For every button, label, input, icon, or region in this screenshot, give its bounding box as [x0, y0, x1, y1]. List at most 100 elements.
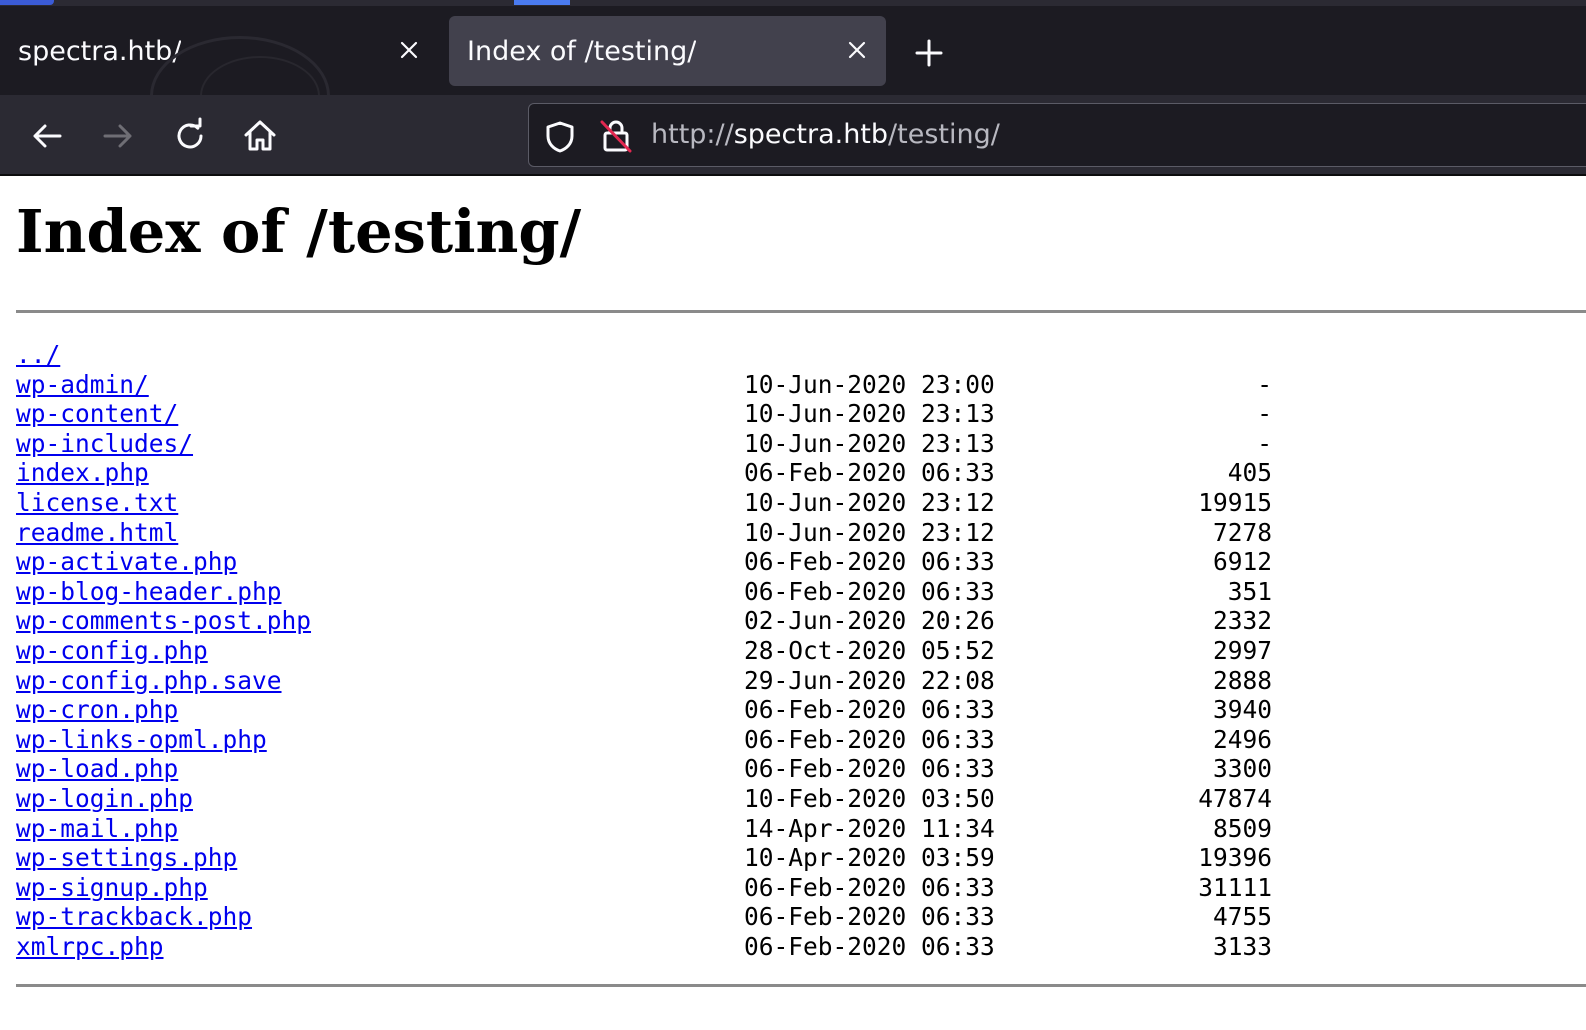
list-item: wp-blog-header.php 06-Feb-2020 06:33 351: [16, 577, 1586, 607]
file-size: -: [1257, 428, 1272, 458]
reload-icon[interactable]: [171, 117, 209, 155]
file-date: 06-Feb-2020 06:33: [744, 872, 995, 902]
file-link[interactable]: ../: [16, 340, 60, 370]
list-item: readme.html 10-Jun-2020 23:12 7278: [16, 518, 1586, 548]
file-size: 47874: [1198, 783, 1272, 813]
insecure-lock-icon[interactable]: [599, 118, 633, 154]
file-link[interactable]: wp-trackback.php: [16, 902, 252, 932]
list-item: license.txt 10-Jun-2020 23:12 19915: [16, 488, 1586, 518]
file-link[interactable]: wp-activate.php: [16, 547, 237, 577]
directory-listing: ../wp-admin/10-Jun-2020 23:00- wp-content…: [16, 340, 1586, 961]
tab-spectra[interactable]: spectra.htb/: [0, 16, 438, 95]
list-item: wp-content/10-Jun-2020 23:13 -: [16, 399, 1586, 429]
file-date: 10-Jun-2020 23:12: [744, 487, 995, 517]
file-date: 14-Apr-2020 11:34: [744, 813, 995, 843]
file-link[interactable]: wp-content/: [16, 399, 178, 429]
file-link[interactable]: wp-cron.php: [16, 695, 178, 725]
list-item: wp-activate.php 06-Feb-2020 06:33 6912: [16, 547, 1586, 577]
close-icon[interactable]: [842, 35, 872, 65]
file-date: 10-Feb-2020 03:50: [744, 783, 995, 813]
list-item: index.php 06-Feb-2020 06:33 405: [16, 458, 1586, 488]
file-link[interactable]: wp-signup.php: [16, 873, 208, 903]
url-path: /testing/: [888, 119, 1000, 150]
file-date: 28-Oct-2020 05:52: [744, 635, 995, 665]
file-link[interactable]: readme.html: [16, 518, 178, 548]
file-size: 2888: [1212, 665, 1272, 695]
url-bar[interactable]: http://spectra.htb/testing/: [528, 103, 1586, 167]
file-date: 10-Jun-2020 23:00: [744, 369, 995, 399]
list-item: wp-config.php 28-Oct-2020 05:52 2997: [16, 636, 1586, 666]
list-item: wp-cron.php 06-Feb-2020 06:33 3940: [16, 695, 1586, 725]
list-item: wp-comments-post.php 02-Jun-2020 20:26 233…: [16, 606, 1586, 636]
file-size: 19396: [1198, 843, 1272, 873]
list-item: wp-admin/10-Jun-2020 23:00 -: [16, 370, 1586, 400]
list-item: wp-links-opml.php 06-Feb-2020 06:33 2496: [16, 725, 1586, 755]
file-date: 06-Feb-2020 06:33: [744, 547, 995, 577]
file-size: 2332: [1212, 606, 1272, 636]
tab-index-testing[interactable]: Index of /testing/: [449, 16, 886, 86]
list-item: wp-config.php.save 29-Jun-2020 22:08 2888: [16, 666, 1586, 696]
file-size: 8509: [1212, 813, 1272, 843]
file-link[interactable]: wp-admin/: [16, 370, 149, 400]
navigation-toolbar: http://spectra.htb/testing/: [0, 95, 1586, 176]
url-text[interactable]: http://spectra.htb/testing/: [651, 119, 1000, 150]
url-scheme: http://: [651, 119, 734, 150]
file-size: 3133: [1212, 931, 1272, 961]
file-link[interactable]: license.txt: [16, 488, 178, 518]
file-link[interactable]: wp-mail.php: [16, 814, 178, 844]
file-date: 06-Feb-2020 06:33: [744, 576, 995, 606]
bottom-divider: [16, 984, 1586, 987]
file-size: 6912: [1212, 547, 1272, 577]
shield-icon[interactable]: [543, 120, 577, 154]
arrow-left-icon[interactable]: [28, 117, 66, 155]
file-size: 7278: [1212, 517, 1272, 547]
file-date: 06-Feb-2020 06:33: [744, 695, 995, 725]
file-size: 31111: [1198, 872, 1272, 902]
page-content: Index of /testing/ ../wp-admin/10-Jun-20…: [16, 176, 1586, 987]
file-size: 3300: [1212, 754, 1272, 784]
file-size: 405: [1227, 458, 1272, 488]
list-item: wp-settings.php 10-Apr-2020 03:59 19396: [16, 843, 1586, 873]
file-link[interactable]: wp-login.php: [16, 784, 193, 814]
file-date: 10-Jun-2020 23:13: [744, 399, 995, 429]
file-date: 06-Feb-2020 06:33: [744, 724, 995, 754]
tab-title: spectra.htb/: [18, 35, 182, 67]
file-size: 2496: [1212, 724, 1272, 754]
file-date: 06-Feb-2020 06:33: [744, 458, 995, 488]
file-date: 06-Feb-2020 06:33: [744, 931, 995, 961]
page-title: Index of /testing/: [16, 197, 582, 266]
file-date: 02-Jun-2020 20:26: [744, 606, 995, 636]
file-date: 10-Jun-2020 23:12: [744, 517, 995, 547]
list-item: ../: [16, 340, 1586, 370]
file-link[interactable]: wp-config.php: [16, 636, 208, 666]
plus-icon[interactable]: [912, 36, 946, 70]
file-link[interactable]: wp-config.php.save: [16, 666, 282, 696]
file-link[interactable]: wp-comments-post.php: [16, 606, 311, 636]
file-link[interactable]: wp-blog-header.php: [16, 577, 282, 607]
top-divider: [16, 310, 1586, 313]
file-size: 351: [1227, 576, 1272, 606]
file-link[interactable]: wp-includes/: [16, 429, 193, 459]
list-item: wp-login.php 10-Feb-2020 03:50 47874: [16, 784, 1586, 814]
file-size: 4755: [1212, 902, 1272, 932]
file-link[interactable]: index.php: [16, 458, 149, 488]
file-link[interactable]: xmlrpc.php: [16, 932, 164, 962]
file-size: 2997: [1212, 635, 1272, 665]
file-link[interactable]: wp-load.php: [16, 754, 178, 784]
home-icon[interactable]: [241, 117, 279, 155]
arrow-right-icon[interactable]: [99, 117, 137, 155]
window-top-strip: [0, 0, 1586, 6]
tab-title: Index of /testing/: [467, 35, 697, 67]
file-size: -: [1257, 369, 1272, 399]
list-item: xmlrpc.php 06-Feb-2020 06:33 3133: [16, 932, 1586, 962]
file-date: 29-Jun-2020 22:08: [744, 665, 995, 695]
url-host: spectra.htb: [733, 119, 889, 150]
file-date: 10-Apr-2020 03:59: [744, 843, 995, 873]
list-item: wp-load.php 06-Feb-2020 06:33 3300: [16, 754, 1586, 784]
file-link[interactable]: wp-settings.php: [16, 843, 237, 873]
file-link[interactable]: wp-links-opml.php: [16, 725, 267, 755]
file-size: 3940: [1212, 695, 1272, 725]
file-size: -: [1257, 399, 1272, 429]
taskbar-indicator: [0, 0, 54, 5]
close-icon[interactable]: [394, 35, 424, 65]
